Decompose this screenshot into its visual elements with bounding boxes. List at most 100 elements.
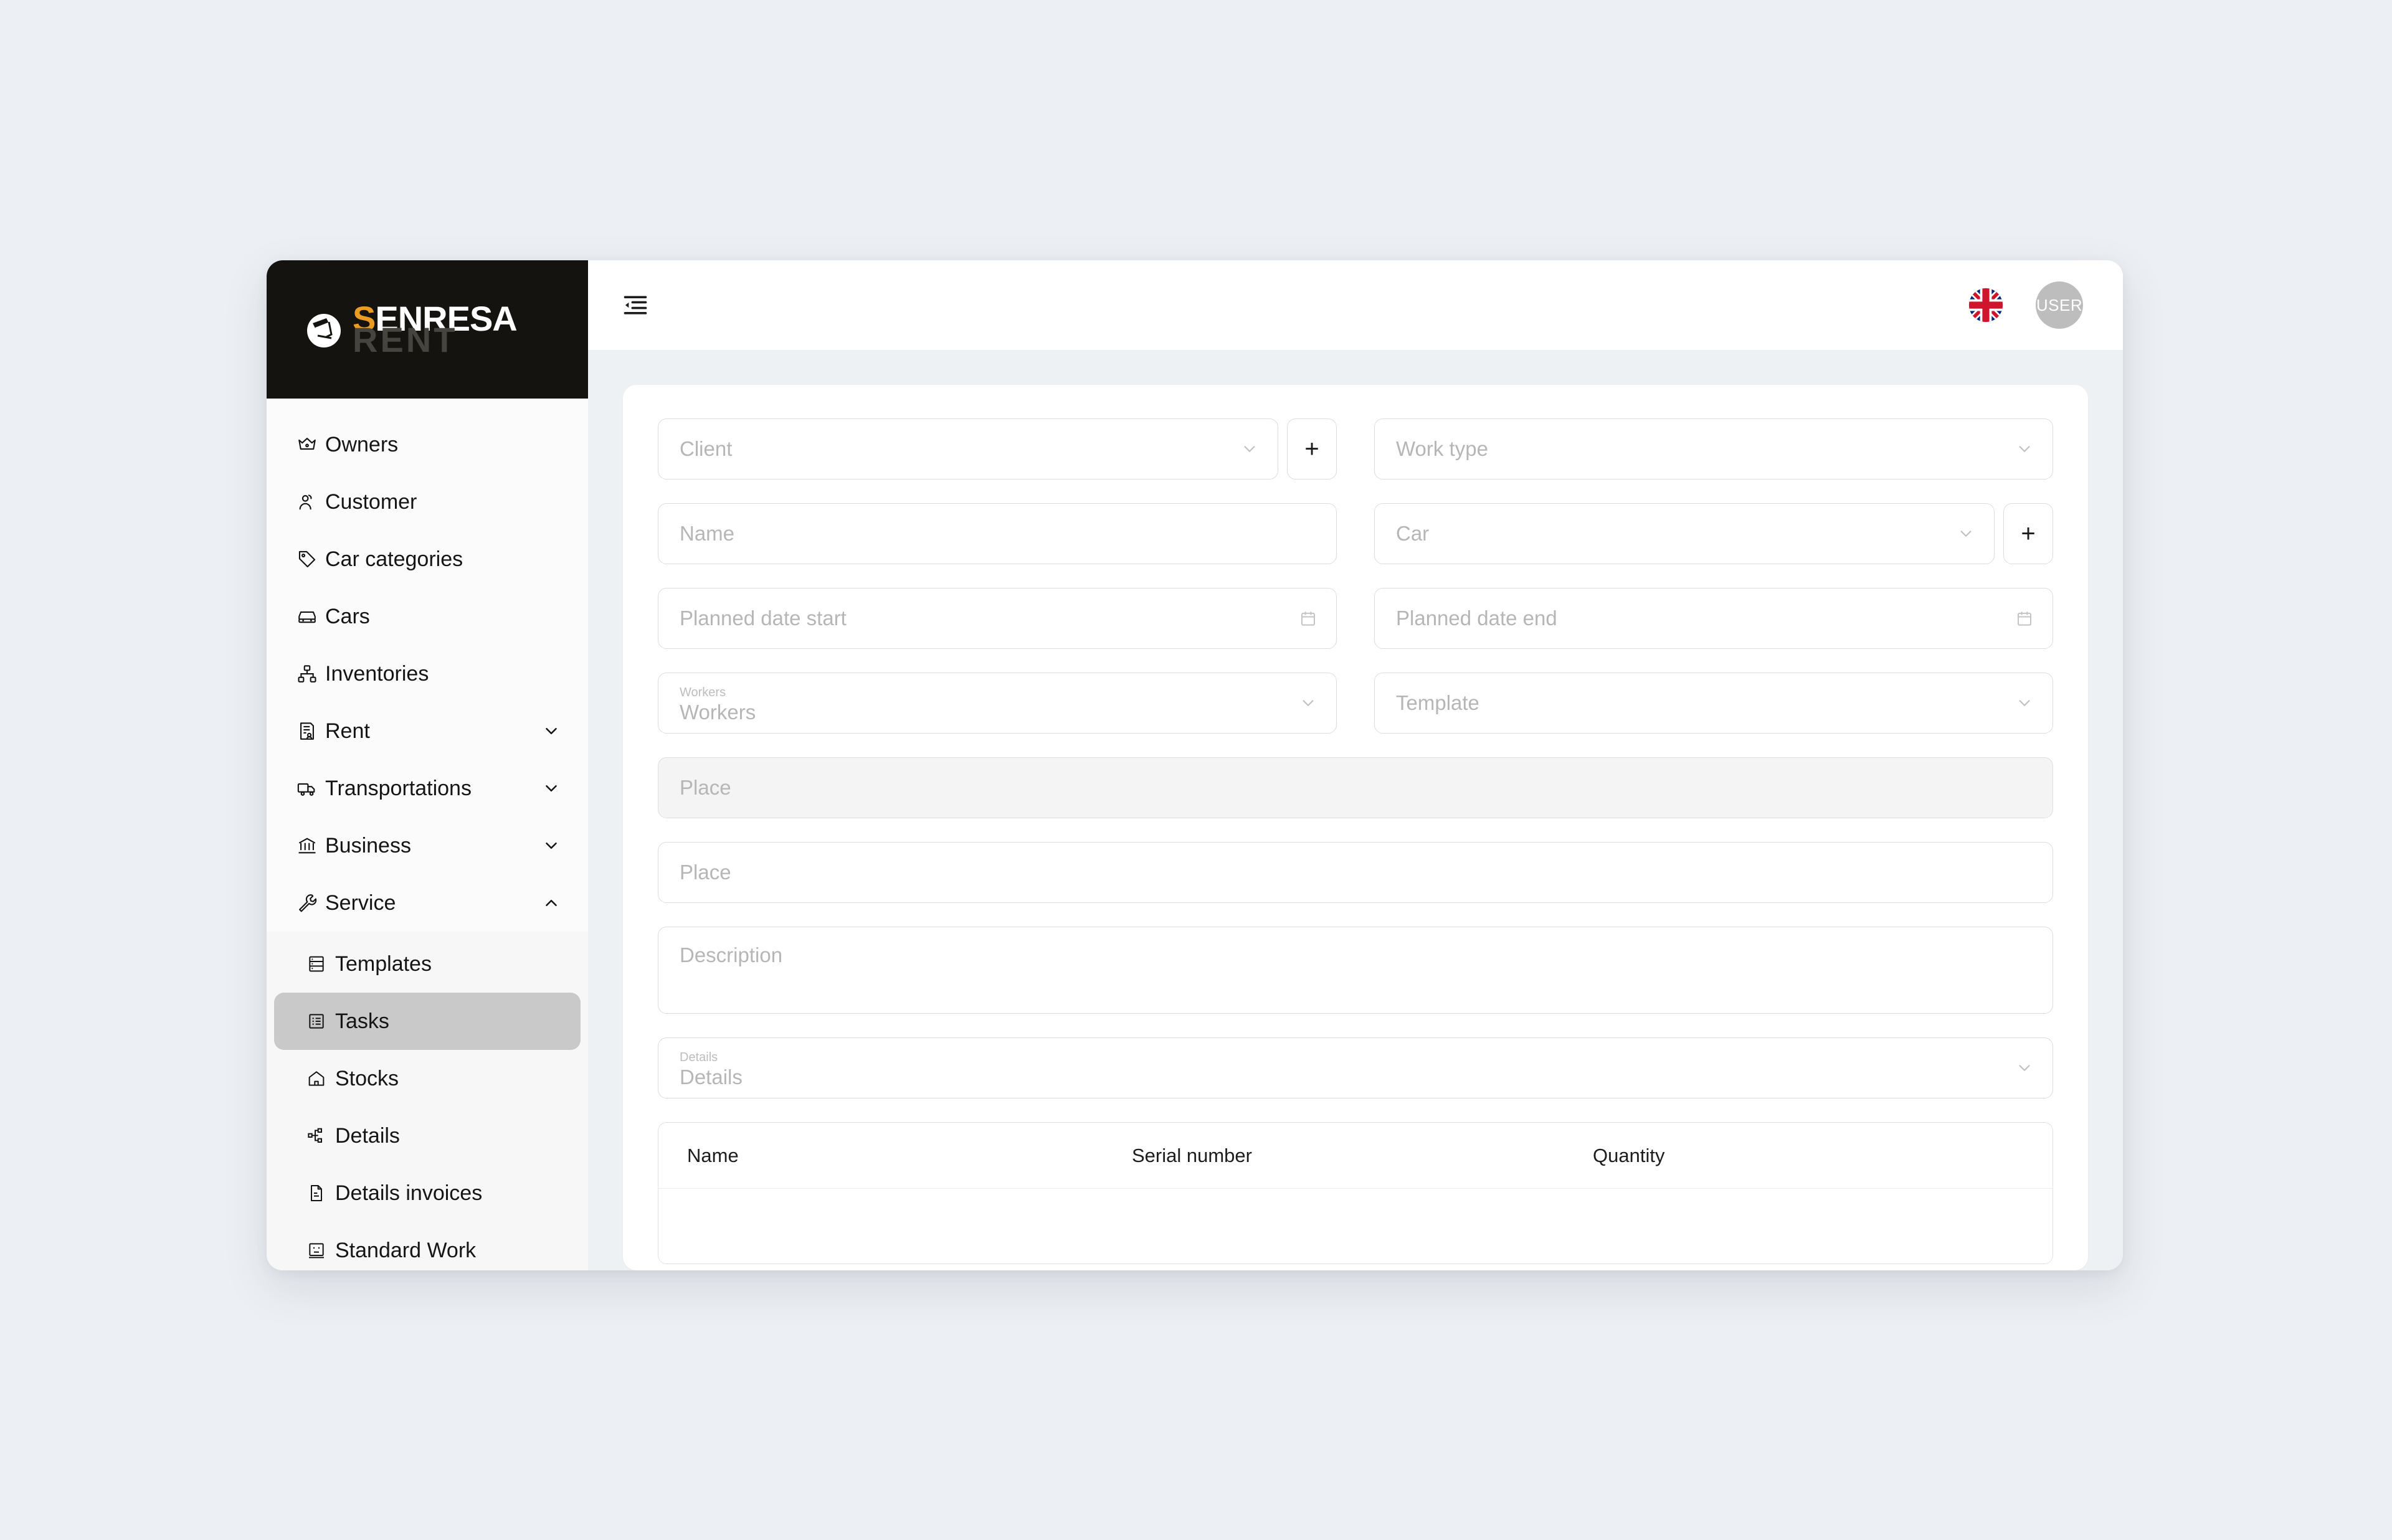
sidebar-item-label: Customer	[325, 489, 417, 514]
chevron-down-icon[interactable]	[538, 836, 561, 855]
car-icon	[297, 606, 325, 627]
sidebar-item-owners[interactable]: Owners	[267, 416, 588, 473]
planned-date-end-input[interactable]: Planned date end	[1374, 588, 2053, 649]
brand-logo[interactable]: SENRESA RENT	[267, 260, 588, 399]
planned-date-start-input[interactable]: Planned date start	[658, 588, 1337, 649]
service-submenu: Templates Tasks Stocks Details Details i…	[267, 932, 588, 1270]
form-row-5: Place	[658, 757, 2053, 818]
workers-label: Workers	[680, 686, 726, 700]
sidebar-item-label: Templates	[335, 952, 432, 976]
nodes-icon	[306, 1126, 335, 1146]
table-column-header-name: Name	[687, 1144, 739, 1166]
topbar: USER	[588, 260, 2123, 350]
sidebar-item-car-categories[interactable]: Car categories	[267, 531, 588, 588]
sidebar-item-stocks[interactable]: Stocks	[274, 1050, 581, 1107]
workers-select[interactable]: Workers Workers	[658, 673, 1337, 734]
add-car-button[interactable]: +	[2003, 503, 2053, 564]
sidebar-item-business[interactable]: Business	[267, 817, 588, 874]
chevron-down-icon[interactable]	[2015, 1059, 2034, 1077]
client-placeholder: Client	[680, 437, 733, 460]
avatar-label: USER	[2036, 295, 2083, 314]
content-area: Client + Work type Name Car + Planned da…	[588, 350, 2123, 1270]
sidebar-item-label: Business	[325, 833, 411, 857]
sidebar-item-label: Owners	[325, 432, 399, 456]
form-row-2: Name Car +	[658, 503, 2053, 564]
hierarchy-icon	[297, 663, 325, 684]
description-placeholder: Description	[680, 943, 783, 966]
chevron-down-icon[interactable]	[538, 722, 561, 740]
server-icon	[306, 954, 335, 974]
table-body-empty	[658, 1189, 2053, 1264]
details-table: Name Serial number Quantity	[658, 1122, 2053, 1264]
form-row-4: Workers Workers Template	[658, 673, 2053, 734]
workers-col: Workers Workers	[658, 673, 1337, 734]
file-icon	[306, 1183, 335, 1203]
sidebar-item-label: Tasks	[335, 1009, 389, 1033]
chevron-down-icon[interactable]	[1299, 694, 1317, 712]
name-input[interactable]: Name	[658, 503, 1337, 564]
sidebar-item-label: Standard Work	[335, 1238, 477, 1262]
sidebar-item-templates[interactable]: Templates	[274, 935, 581, 993]
car-placeholder: Car	[1396, 522, 1430, 545]
client-select[interactable]: Client	[658, 418, 1278, 479]
form-row-8: Details Details	[658, 1037, 2053, 1098]
calendar-icon[interactable]	[1299, 609, 1317, 628]
sidebar-item-label: Transportations	[325, 776, 472, 800]
sidebar-item-standard-work[interactable]: Standard Work	[274, 1222, 581, 1270]
tag-icon	[297, 549, 325, 570]
sidebar-item-label: Car categories	[325, 547, 463, 571]
sidebar-item-label: Details	[335, 1123, 400, 1148]
sidebar-item-rent[interactable]: Rent	[267, 702, 588, 760]
planned-end-col: Planned date end	[1374, 588, 2053, 649]
calendar-icon[interactable]	[2015, 609, 2034, 628]
avatar[interactable]: USER	[2036, 281, 2083, 329]
table-column-header-serial-number: Serial number	[1132, 1144, 1252, 1166]
sidebar-item-details-invoices[interactable]: Details invoices	[274, 1164, 581, 1222]
wrench-icon	[297, 892, 325, 914]
customer-icon	[297, 491, 325, 513]
sidebar-item-label: Rent	[325, 719, 370, 743]
car-select[interactable]: Car	[1374, 503, 1995, 564]
sidebar-item-label: Details invoices	[335, 1181, 483, 1205]
form-row-1: Client + Work type	[658, 418, 2053, 479]
work-type-placeholder: Work type	[1396, 437, 1488, 460]
workers-placeholder: Workers	[680, 701, 756, 724]
chevron-down-icon[interactable]	[2015, 694, 2034, 712]
place-input[interactable]: Place	[658, 842, 2053, 903]
sidebar-item-customer[interactable]: Customer	[267, 473, 588, 531]
chevron-down-icon[interactable]	[1957, 524, 1975, 543]
sidebar-item-service[interactable]: Service	[267, 874, 588, 932]
sidebar-item-cars[interactable]: Cars	[267, 588, 588, 645]
name-col: Name	[658, 503, 1337, 564]
form-row-6: Place	[658, 842, 2053, 903]
chevron-down-icon[interactable]	[1240, 440, 1259, 458]
name-placeholder: Name	[680, 522, 735, 545]
description-textarea[interactable]: Description	[658, 927, 2053, 1014]
template-select[interactable]: Template	[1374, 673, 2053, 734]
work-type-select[interactable]: Work type	[1374, 418, 2053, 479]
menu-fold-icon[interactable]	[622, 291, 649, 319]
sidebar-item-tasks[interactable]: Tasks	[274, 993, 581, 1050]
contract-icon	[297, 720, 325, 742]
sidebar-item-inventories[interactable]: Inventories	[267, 645, 588, 702]
board-icon	[306, 1240, 335, 1260]
home-icon	[306, 1069, 335, 1089]
chevron-up-icon[interactable]	[538, 894, 561, 912]
uk-flag-icon[interactable]	[1968, 288, 2003, 323]
planned-start-col: Planned date start	[658, 588, 1337, 649]
bank-icon	[297, 835, 325, 856]
chevron-down-icon[interactable]	[538, 779, 561, 798]
add-client-button[interactable]: +	[1287, 418, 1337, 479]
sidebar-item-label: Inventories	[325, 661, 429, 686]
sidebar-item-details[interactable]: Details	[274, 1107, 581, 1164]
list-box-icon	[306, 1011, 335, 1031]
sidebar-item-label: Service	[325, 890, 396, 915]
details-select[interactable]: Details Details	[658, 1037, 2053, 1098]
sidebar-nav: Owners Customer Car categories Cars Inve…	[267, 399, 588, 1270]
work-type-col: Work type	[1374, 418, 2053, 479]
sidebar-item-label: Cars	[325, 604, 370, 628]
app-window: SENRESA RENT Owners Customer Car categor…	[267, 260, 2123, 1270]
chevron-down-icon[interactable]	[2015, 440, 2034, 458]
details-placeholder: Details	[680, 1065, 743, 1089]
sidebar-item-transportations[interactable]: Transportations	[267, 760, 588, 817]
